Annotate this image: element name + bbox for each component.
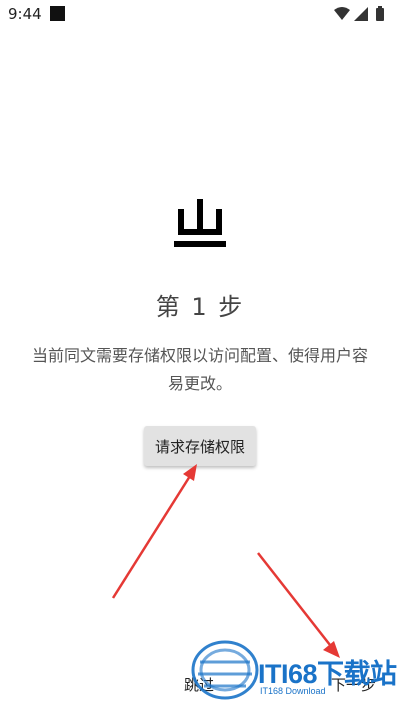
signal-icon — [354, 7, 368, 21]
watermark-subtitle: IT168 Download — [260, 686, 326, 696]
notification-icon — [50, 6, 65, 21]
status-time: 9:44 — [8, 5, 42, 23]
battery-icon — [376, 8, 384, 21]
request-storage-permission-button[interactable]: 请求存储权限 — [144, 426, 256, 466]
storage-glyph-icon — [174, 199, 226, 247]
status-bar: 9:44 — [0, 0, 400, 28]
annotation-arrow-to-button — [111, 464, 197, 599]
step-description: 当前同文需要存储权限以访问配置、使得用户容易更改。 — [31, 346, 368, 393]
step-title: 第 1 步 — [155, 293, 245, 321]
status-icons — [334, 6, 384, 21]
wifi-icon — [334, 7, 350, 20]
